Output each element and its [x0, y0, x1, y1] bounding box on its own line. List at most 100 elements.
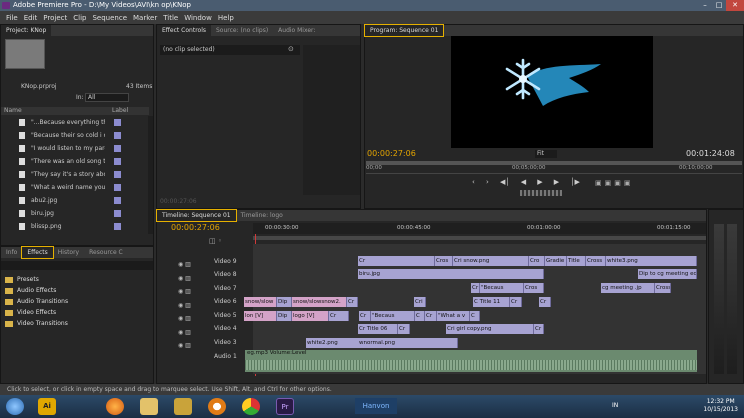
col-label[interactable]: Label [112, 107, 128, 115]
clip-v9[interactable]: Cro [529, 256, 545, 266]
clip-v6[interactable]: C Title 11 [473, 297, 510, 307]
firefox-taskbar-icon[interactable] [106, 398, 124, 415]
timeline-current-timecode[interactable]: 00:00:27:06 [171, 223, 220, 232]
tab-source[interactable]: Source: (no clips) [211, 25, 273, 36]
clip-v6[interactable]: snow/slowsnow2. [292, 297, 347, 307]
clip-v9[interactable]: white3.png [606, 256, 697, 266]
project-scrollbar[interactable] [148, 116, 153, 234]
explorer-taskbar-icon[interactable] [140, 398, 158, 415]
timeline-ruler[interactable]: 00:00:30:00 00:00:45:00 00:01:00:00 00:0… [253, 223, 706, 234]
track-video-8[interactable]: Video 8 [214, 271, 237, 278]
tab-effects[interactable]: Effects [21, 246, 54, 259]
tab-timeline-sequence-01[interactable]: Timeline: Sequence 01 [156, 209, 237, 222]
menu-edit[interactable]: Edit [21, 14, 41, 22]
clip-v6[interactable]: Cr [510, 297, 522, 307]
clip-v6[interactable]: snow/slow [244, 297, 277, 307]
tab-history[interactable]: History [53, 247, 84, 258]
track-video-6[interactable]: Video 6 [214, 298, 237, 305]
track-video-3[interactable]: Video 3 [214, 339, 237, 346]
go-to-out-icon[interactable]: │▶ [570, 178, 580, 188]
list-item[interactable]: biru.jpg [1, 207, 149, 220]
effects-folder-audio-effects[interactable]: Audio Effects [5, 285, 56, 296]
go-to-in-icon[interactable]: ◀│ [500, 178, 510, 188]
clip-v5[interactable]: "What a v [437, 311, 470, 321]
track-audio-1[interactable]: Audio 1 [214, 353, 237, 360]
program-current-timecode[interactable]: 00:00:27:06 [367, 149, 416, 158]
app-taskbar-icon[interactable] [174, 398, 192, 415]
clip-v7[interactable]: cg meeting .jp [601, 283, 655, 293]
premiere-taskbar-icon[interactable]: Pr [276, 398, 294, 415]
track-video-4[interactable]: Video 4 [214, 325, 237, 332]
clip-v7[interactable]: "Becaus [480, 283, 524, 293]
program-extra-controls[interactable]: ▣▣▣▣ [595, 179, 633, 187]
effects-folder-presets[interactable]: Presets [5, 274, 39, 285]
clip-v7[interactable]: Cross [655, 283, 671, 293]
step-back-frame-icon[interactable]: ◀ [521, 178, 526, 188]
play-icon[interactable]: ▶ [537, 178, 542, 188]
panel-menu-icon[interactable]: ⊙ [288, 45, 294, 53]
clip-v5[interactable]: logo [V] [292, 311, 329, 321]
fit-zoom-select[interactable]: Fit [535, 150, 557, 158]
clip-v4[interactable]: Cr [398, 324, 410, 334]
clip-v9[interactable]: Title [567, 256, 586, 266]
clip-v6[interactable]: Cr [539, 297, 551, 307]
minimize-button[interactable]: – [698, 0, 712, 11]
list-item[interactable]: "There was an old song th [1, 155, 149, 168]
clip-v7[interactable]: Cr [471, 283, 480, 293]
clip-v9[interactable]: Cros [435, 256, 453, 266]
menu-clip[interactable]: Clip [70, 14, 89, 22]
jog-shuttle[interactable] [520, 190, 562, 196]
illustrator-taskbar-icon[interactable]: Ai [38, 398, 56, 415]
clip-v9[interactable]: Cross [586, 256, 606, 266]
menu-project[interactable]: Project [40, 14, 70, 22]
clip-v5[interactable]: lon [V] [244, 311, 277, 321]
menu-marker[interactable]: Marker [130, 14, 160, 22]
close-button[interactable]: ✕ [726, 0, 744, 11]
clip-v4[interactable]: Cr [534, 324, 544, 334]
clip-v9[interactable]: Gradie [545, 256, 567, 266]
clip-v5[interactable]: "Becaus [371, 311, 415, 321]
clip-v4[interactable]: Cr Title 06 [358, 324, 398, 334]
tab-timeline-logo[interactable]: Timeline: logo [236, 210, 288, 221]
list-item[interactable]: "What a weird name you h [1, 181, 149, 194]
clip-v6[interactable]: Cri [414, 297, 426, 307]
list-item[interactable]: "...Because everything that [1, 116, 149, 129]
clip-v5[interactable]: Cr [359, 311, 371, 321]
list-item[interactable]: "I would listen to my pare [1, 142, 149, 155]
system-clock[interactable]: 12:32 PM 10/15/2013 [703, 398, 738, 414]
track-video-9[interactable]: Video 9 [214, 258, 237, 265]
menu-window[interactable]: Window [181, 14, 215, 22]
list-item[interactable]: abu2.jpg [1, 194, 149, 207]
list-item[interactable]: "Because their so cold i ca [1, 129, 149, 142]
in-filter-select[interactable]: All [85, 93, 129, 102]
clip-v8[interactable]: Dip to cg meeting edit [638, 269, 697, 279]
tab-audio-mixer[interactable]: Audio Mixer: [273, 25, 320, 36]
effects-folder-audio-transitions[interactable]: Audio Transitions [5, 296, 68, 307]
track-video-5[interactable]: Video 5 [214, 312, 237, 319]
menu-help[interactable]: Help [215, 14, 237, 22]
clip-v9[interactable]: Cr [358, 256, 435, 266]
step-forward-frame-icon[interactable]: ▶ [554, 178, 559, 188]
effects-search-input[interactable] [1, 261, 153, 270]
media-player-taskbar-icon[interactable] [208, 398, 226, 415]
list-item[interactable]: blissp.png [1, 220, 149, 233]
col-name[interactable]: Name [4, 107, 22, 115]
clip-v3[interactable]: white2.png [306, 338, 359, 348]
clip-v3[interactable]: wnormal.png [358, 338, 458, 348]
menu-title[interactable]: Title [160, 14, 181, 22]
step-back-icon[interactable]: ‹ [472, 178, 475, 188]
chrome-taskbar-icon[interactable] [242, 398, 260, 415]
clip-v5[interactable]: Cr [425, 311, 437, 321]
language-indicator[interactable]: IN [612, 402, 618, 409]
menu-sequence[interactable]: Sequence [89, 14, 130, 22]
clip-v7[interactable]: Cros [524, 283, 544, 293]
track-eye-icons[interactable]: ◉ ▥ ◉ ▥ ◉ ▥ ◉ ▥ ◉ ▥ ◉ ▥ ◉ ▥ [178, 258, 191, 353]
clip-v6[interactable]: Dip [277, 297, 292, 307]
maximize-button[interactable]: □ [712, 0, 726, 11]
list-item[interactable]: "They say it's a story abou [1, 168, 149, 181]
clip-v5[interactable]: Cr [329, 311, 349, 321]
start-button-icon[interactable] [6, 398, 24, 415]
tab-program[interactable]: Program: Sequence 01 [363, 24, 445, 37]
tab-effect-controls[interactable]: Effect Controls [157, 25, 211, 36]
tab-project[interactable]: Project: KNop [1, 25, 52, 36]
